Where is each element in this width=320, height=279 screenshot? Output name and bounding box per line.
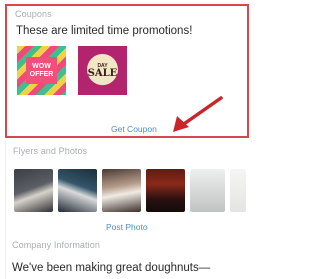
photo-thumbnail[interactable] xyxy=(102,169,141,212)
get-coupon-link[interactable]: Get Coupon xyxy=(111,124,157,134)
annotation-arrow-icon xyxy=(173,96,223,132)
sale-badge: DAY SALE xyxy=(87,54,118,85)
coupon-badge-line1: WOW xyxy=(32,62,51,70)
coupon-badge: WOW OFFER xyxy=(26,57,57,84)
coupon-thumbnail-wow-offer[interactable]: WOW OFFER xyxy=(17,46,66,95)
photo-thumbnail[interactable] xyxy=(58,169,97,212)
company-section-label: Company Information xyxy=(12,240,100,250)
coupon-badge-line2: OFFER xyxy=(29,70,54,78)
sale-badge-line1: SALE xyxy=(87,67,118,79)
coupons-section-label: Coupons xyxy=(15,9,52,19)
post-photo-link[interactable]: Post Photo xyxy=(106,222,148,232)
content-divider xyxy=(5,140,6,279)
photo-thumbnail[interactable] xyxy=(14,169,53,212)
coupons-section: Coupons These are limited time promotion… xyxy=(5,4,249,138)
photo-thumbnail[interactable] xyxy=(190,169,225,212)
photo-gallery xyxy=(14,169,246,212)
coupons-headline: These are limited time promotions! xyxy=(16,25,193,37)
coupon-thumbnail-sale-day[interactable]: DAY SALE xyxy=(78,46,127,95)
company-description: We've been making great doughnuts— xyxy=(12,262,211,274)
photo-thumbnail[interactable] xyxy=(146,169,185,212)
flyers-section-label: Flyers and Photos xyxy=(13,146,88,156)
photo-thumbnail[interactable] xyxy=(230,169,246,212)
